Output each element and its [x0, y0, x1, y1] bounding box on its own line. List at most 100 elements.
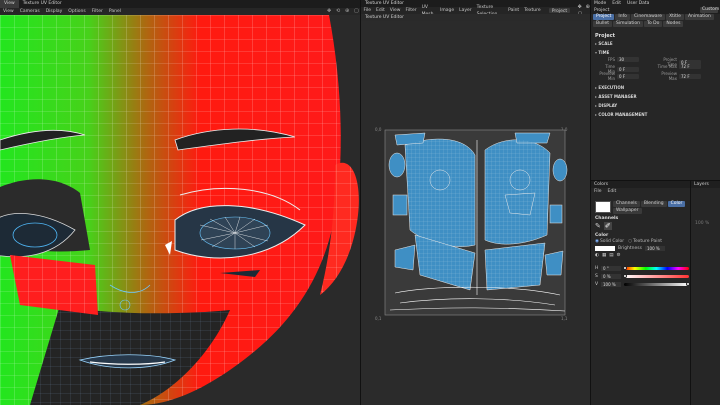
attributes-title: Project [595, 33, 616, 39]
sat-input[interactable]: 0 % [601, 273, 621, 279]
move-icon[interactable]: ✥ [324, 9, 331, 14]
brightness-row: Brightness 100 % [595, 246, 668, 251]
menu-options[interactable]: Options [65, 8, 88, 15]
menu-panel[interactable]: Panel [106, 8, 124, 15]
color-source-radios: ◉ Solid Color ○ Texture Paint [595, 239, 662, 244]
field-preview-max: Preview Max 72 F [655, 71, 701, 81]
menu-cameras[interactable]: Cameras [17, 8, 43, 15]
hue-slider[interactable] [623, 266, 689, 270]
channels-label: Channels [595, 216, 619, 221]
hue-knob[interactable] [623, 266, 627, 270]
zoom-icon[interactable]: ⊕ [583, 4, 590, 10]
uv-menu-paint[interactable]: Paint [506, 7, 522, 14]
time-max-input[interactable]: 72 F [679, 64, 701, 69]
maximize-icon[interactable]: ▢ [351, 9, 359, 14]
brush-icon[interactable]: ✐ [603, 222, 612, 230]
colors-menu-edit[interactable]: Edit [605, 188, 620, 195]
channels-button[interactable]: Channels [613, 201, 640, 207]
uv-canvas[interactable] [375, 125, 575, 325]
sat-knob[interactable] [623, 274, 627, 278]
tab-view[interactable]: View [0, 0, 19, 8]
tab-simulation[interactable]: Simulation [612, 21, 643, 27]
attributes-panel[interactable]: Mode Edit User Data Project Custom Proje… [590, 0, 720, 180]
section-color-management[interactable]: COLOR MANAGEMENT [595, 112, 717, 117]
section-asset-manager[interactable]: ASSET MANAGER [595, 94, 717, 99]
colors-panel[interactable]: Colors File Edit Channels Blending Color… [590, 180, 691, 405]
current-color-swatch[interactable] [595, 201, 611, 213]
zoom-icon[interactable]: ⊕ [342, 9, 349, 14]
uv-editor-title[interactable]: Texture UV Editor [361, 0, 408, 7]
field-preview-min: Preview Min 0 F [597, 71, 639, 81]
swatches-icon[interactable]: ▤ [609, 253, 613, 258]
fps-input[interactable]: 30 [617, 57, 639, 62]
layers-panel[interactable]: Layers 100 % [690, 180, 720, 405]
uv-menu-layer[interactable]: Layer [457, 7, 475, 14]
menu-display[interactable]: Display [43, 8, 66, 15]
val-input[interactable]: 100 % [601, 281, 621, 287]
settings-icon[interactable]: ⚙ [616, 253, 620, 258]
tab-layers[interactable]: Layers [691, 182, 709, 187]
tab-bullet[interactable]: Bullet [593, 21, 612, 27]
field-time-max: Time Max 72 F [655, 64, 701, 69]
layer-opacity-value[interactable]: 100 % [695, 221, 709, 226]
brightness-label: Brightness [618, 246, 642, 251]
wallpaper-button[interactable]: Wallpaper [613, 208, 642, 214]
face-mesh-render[interactable] [0, 15, 360, 405]
val-slider[interactable] [624, 282, 690, 286]
uv-editor-sub-label: Texture UV Editor [365, 15, 405, 20]
move-icon[interactable]: ✥ [575, 4, 582, 10]
menu-view[interactable]: View [0, 8, 17, 15]
preview-min-input[interactable]: 0 F [617, 73, 639, 79]
layout-select[interactable]: Custom [700, 7, 719, 13]
radio-solid-icon[interactable]: ◉ [595, 239, 599, 244]
uv-menu-image[interactable]: Image [438, 7, 457, 14]
tab-info[interactable]: Info [615, 14, 630, 20]
attr-menu-edit[interactable]: Edit [609, 0, 624, 7]
sat-slider[interactable] [623, 274, 689, 278]
viewport-tab-bar: View Texture UV Editor [0, 0, 360, 8]
section-scale[interactable]: SCALE [595, 41, 717, 46]
section-execution[interactable]: EXECUTION [595, 85, 717, 90]
tab-to-do[interactable]: To Do [643, 21, 663, 27]
attr-menu-mode[interactable]: Mode [591, 0, 609, 7]
section-display[interactable]: DISPLAY [595, 103, 717, 108]
rotate-icon[interactable]: ⟲ [333, 9, 340, 14]
colors-mode-buttons: Channels Blending Color [613, 201, 686, 207]
brightness-input[interactable]: 100 % [644, 246, 665, 251]
color-mode-icons: ◐ ▦ ▤ ⚙ [595, 253, 621, 258]
section-time[interactable]: TIME [595, 50, 717, 55]
uv-menu-filter[interactable]: Filter [403, 7, 419, 14]
val-slider-row: V 100 % [595, 281, 690, 287]
radio-texture-icon[interactable]: ○ [628, 239, 632, 244]
menu-filter[interactable]: Filter [89, 8, 106, 15]
pen-icon[interactable]: ✎ [595, 222, 601, 230]
color-button[interactable]: Color [667, 201, 686, 207]
blending-button[interactable]: Blending [640, 201, 667, 207]
viewport-menu-bar: View Cameras Display Options Filter Pane… [0, 8, 360, 15]
sat-slider-row: S 0 % [595, 273, 689, 279]
uv-menu-edit[interactable]: Edit [374, 7, 388, 14]
uv-menu-view[interactable]: View [387, 7, 403, 14]
tab-xtitle[interactable]: Xtitle [666, 14, 684, 20]
uv-menu-file[interactable]: File [361, 7, 374, 14]
preview-max-input[interactable]: 72 F [679, 73, 701, 79]
uv-mode-select[interactable]: Project [549, 7, 570, 14]
wheel-icon[interactable]: ◐ [595, 253, 599, 258]
tab-animation[interactable]: Animation [684, 14, 714, 20]
uv-menu-texture[interactable]: Texture [522, 7, 543, 14]
tab-nodes[interactable]: Nodes [663, 21, 684, 27]
attr-menu-user-data[interactable]: User Data [624, 0, 652, 7]
viewport-panel[interactable]: View Texture UV Editor View Cameras Disp… [0, 0, 360, 405]
hue-slider-row: H 0 ° [595, 265, 689, 271]
tab-texture-uv-editor[interactable]: Texture UV Editor [19, 0, 66, 8]
brightness-preview [595, 246, 615, 251]
layers-tab-bar: Layers [691, 181, 720, 188]
tab-colors[interactable]: Colors [591, 181, 611, 188]
tab-project[interactable]: Project [593, 14, 615, 20]
colors-menu-file[interactable]: File [591, 188, 605, 195]
hue-input[interactable]: 0 ° [601, 265, 621, 271]
uv-editor-panel[interactable]: Texture UV Editor File Edit View Filter … [360, 0, 591, 405]
tab-cinemaware[interactable]: Cinemaware [630, 14, 666, 20]
spectrum-icon[interactable]: ▦ [602, 253, 606, 258]
uv-editor-sub-bar: Texture UV Editor [361, 14, 591, 21]
